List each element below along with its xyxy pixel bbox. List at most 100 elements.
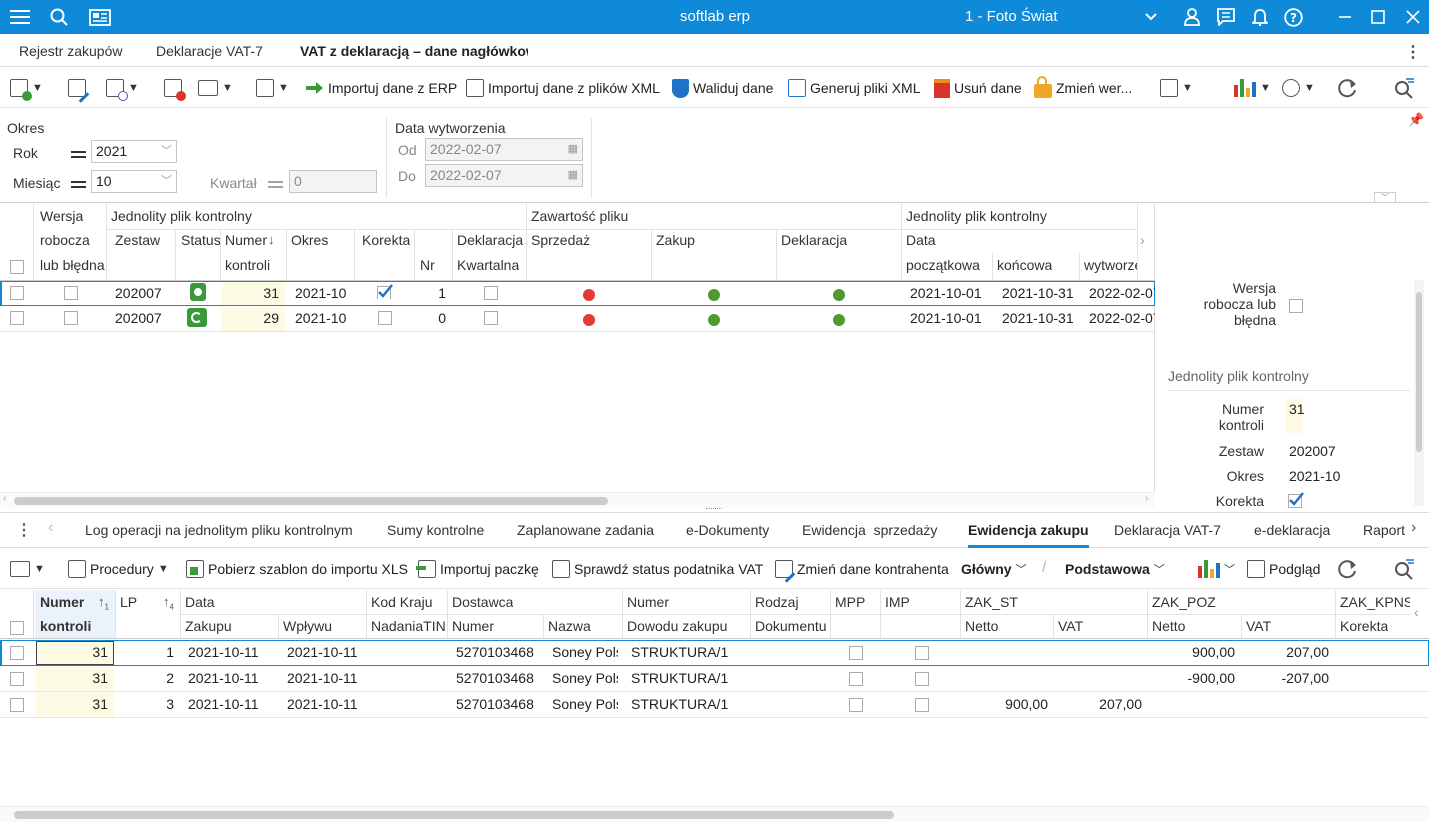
header-wplywu[interactable]: Wpływu <box>283 618 332 634</box>
mpp-checkbox[interactable] <box>849 646 863 660</box>
header-sprzedaz[interactable]: Sprzedaż <box>531 232 590 248</box>
search-icon[interactable] <box>48 0 70 34</box>
validate-button[interactable]: Waliduj dane <box>672 68 773 108</box>
info-button[interactable]: ▼ <box>106 68 139 108</box>
search-toolbar-button[interactable] <box>1394 68 1414 108</box>
row-select-checkbox[interactable] <box>10 698 24 712</box>
header-dostawca-numer[interactable]: Numer <box>452 618 494 634</box>
cell-numer-kontroli[interactable]: 31 <box>36 693 114 717</box>
delete-document-button[interactable] <box>164 68 186 108</box>
korekta-checkbox[interactable] <box>378 311 392 325</box>
glowny-dropdown[interactable]: Główny ﹀ <box>961 549 1027 589</box>
refresh-button[interactable] <box>1336 549 1358 589</box>
header-st-netto[interactable]: Netto <box>965 618 998 634</box>
cell-numer-kontroli[interactable]: 31 <box>36 641 114 665</box>
scrollbar-thumb[interactable] <box>14 497 608 505</box>
tab-zaplanowane-zadania[interactable]: Zaplanowane zadania <box>517 522 654 538</box>
header-korekta[interactable]: Korekta <box>362 232 410 248</box>
header-nr[interactable]: Nr <box>420 257 435 273</box>
kwartalna-checkbox[interactable] <box>484 286 498 300</box>
filter-options-button[interactable]: ▼ <box>1160 68 1193 108</box>
horizontal-scrollbar[interactable]: ‹ › <box>0 492 1155 508</box>
bell-icon[interactable] <box>1250 0 1270 34</box>
scroll-right-icon[interactable]: › <box>1145 493 1148 504</box>
kwartalna-checkbox[interactable] <box>484 311 498 325</box>
header-zak-kpnst[interactable]: ZAK_KPNST <box>1340 594 1410 610</box>
hamburger-menu-icon[interactable] <box>8 0 32 34</box>
wersja-checkbox[interactable] <box>64 311 78 325</box>
importuj-paczke-button[interactable]: Importuj paczkę <box>416 549 539 589</box>
header-dostawca[interactable]: Dostawca <box>452 594 513 610</box>
add-button[interactable]: ▼ <box>10 68 43 108</box>
header-nazwa[interactable]: Nazwa <box>548 618 591 634</box>
row-select-checkbox[interactable] <box>10 672 24 686</box>
scrollbar-thumb[interactable] <box>14 811 894 819</box>
delete-data-button[interactable]: Usuń dane <box>934 68 1022 108</box>
print-button[interactable]: ▼ <box>198 68 233 108</box>
header-kod-kraju[interactable]: Kod Kraju <box>371 594 432 610</box>
edit-button[interactable] <box>68 68 90 108</box>
row-select-checkbox[interactable] <box>10 646 24 660</box>
chart-button[interactable]: ﹀ <box>1198 549 1235 589</box>
cell-numer-kontroli[interactable]: 31 <box>36 667 114 691</box>
table-row[interactable] <box>0 281 1155 306</box>
header-numer[interactable]: Numer <box>40 594 84 610</box>
header-zakup[interactable]: Zakup <box>656 232 695 248</box>
header-koncowa[interactable]: końcowa <box>997 257 1052 273</box>
tab-vat-z-deklaracja[interactable]: VAT z deklaracją – dane nagłówkowe <box>300 43 528 59</box>
tab-deklaracja-vat7[interactable]: Deklaracja VAT-7 <box>1114 522 1221 538</box>
equals-icon[interactable] <box>71 151 86 158</box>
table-row[interactable] <box>0 307 1155 331</box>
header-numer[interactable]: Numer <box>225 232 267 248</box>
header-wytworzenia[interactable]: wytworze <box>1084 257 1138 273</box>
scroll-left-icon[interactable]: ‹ <box>3 493 6 504</box>
settings-document-button[interactable]: ▼ <box>256 68 289 108</box>
procedury-button[interactable]: Procedury ▼ <box>68 549 169 589</box>
chevron-left-icon[interactable]: ‹ <box>1414 604 1419 620</box>
config-button[interactable]: ▼ <box>1282 68 1315 108</box>
tab-deklaracje-vat7[interactable]: Deklaracje VAT-7 <box>156 43 263 59</box>
chevron-down-icon[interactable] <box>1143 0 1159 34</box>
select-all-checkbox[interactable] <box>10 260 24 274</box>
tab-ewidencja-zakupu[interactable]: Ewidencja zakupu <box>968 522 1089 548</box>
refresh-button[interactable] <box>1336 68 1358 108</box>
header-zak-st[interactable]: ZAK_ST <box>965 594 1018 610</box>
generate-xml-button[interactable]: Generuj pliki XML <box>788 68 921 108</box>
imp-checkbox[interactable] <box>915 646 929 660</box>
header-poz-netto[interactable]: Netto <box>1152 618 1185 634</box>
header-deklaracja[interactable]: Deklaracja <box>457 232 523 248</box>
pobierz-szablon-button[interactable]: Pobierz szablon do importu XLS <box>186 549 408 589</box>
podstawowa-dropdown[interactable]: Podstawowa ﹀ <box>1065 549 1165 589</box>
header-deklaracja2[interactable]: Deklaracja <box>781 232 847 248</box>
tab-e-deklaracja[interactable]: e-deklaracja <box>1254 522 1330 538</box>
header-poz-vat[interactable]: VAT <box>1246 618 1271 634</box>
header-zakupu[interactable]: Zakupu <box>185 618 232 634</box>
chat-icon[interactable] <box>1215 0 1237 34</box>
header-lp[interactable]: LP <box>120 594 137 610</box>
sort-asc-icon[interactable]: ↑4 <box>163 594 174 612</box>
header-numer2[interactable]: Numer <box>627 594 669 610</box>
header-imp[interactable]: IMP <box>885 594 910 610</box>
rok-select[interactable]: 2021 ﹀ <box>91 140 177 163</box>
user-icon[interactable] <box>1182 0 1202 34</box>
tab-ewidencja-sprzedazy[interactable]: Ewidencja sprzedaży <box>802 522 937 538</box>
imp-checkbox[interactable] <box>915 698 929 712</box>
search-toolbar-button[interactable] <box>1394 549 1414 589</box>
more-options-icon[interactable]: ⋮ <box>1405 42 1421 62</box>
select-all-checkbox[interactable] <box>10 621 24 635</box>
header-robocza[interactable]: robocza <box>40 232 90 248</box>
podglad-button[interactable]: Podgląd <box>1247 549 1320 589</box>
help-icon[interactable]: ? <box>1282 0 1304 34</box>
header-zak-poz[interactable]: ZAK_POZ <box>1152 594 1216 610</box>
header-zestaw[interactable]: Zestaw <box>115 232 160 248</box>
tab-rejestr-zakupow[interactable]: Rejestr zakupów <box>19 43 123 59</box>
row-select-checkbox[interactable] <box>10 286 24 300</box>
collapse-panel-icon[interactable]: ﹀ <box>1374 192 1396 202</box>
tab-e-dokumenty[interactable]: e-Dokumenty <box>686 522 769 538</box>
sort-asc-icon[interactable]: ↑1 <box>98 594 109 612</box>
header-mpp[interactable]: MPP <box>835 594 865 610</box>
company-selector[interactable]: 1 - Foto Świat <box>965 8 1058 25</box>
import-erp-button[interactable]: Importuj dane z ERP <box>306 68 457 108</box>
korekta-checkbox-checked[interactable] <box>377 284 393 300</box>
splitter-handle[interactable] <box>706 508 722 511</box>
